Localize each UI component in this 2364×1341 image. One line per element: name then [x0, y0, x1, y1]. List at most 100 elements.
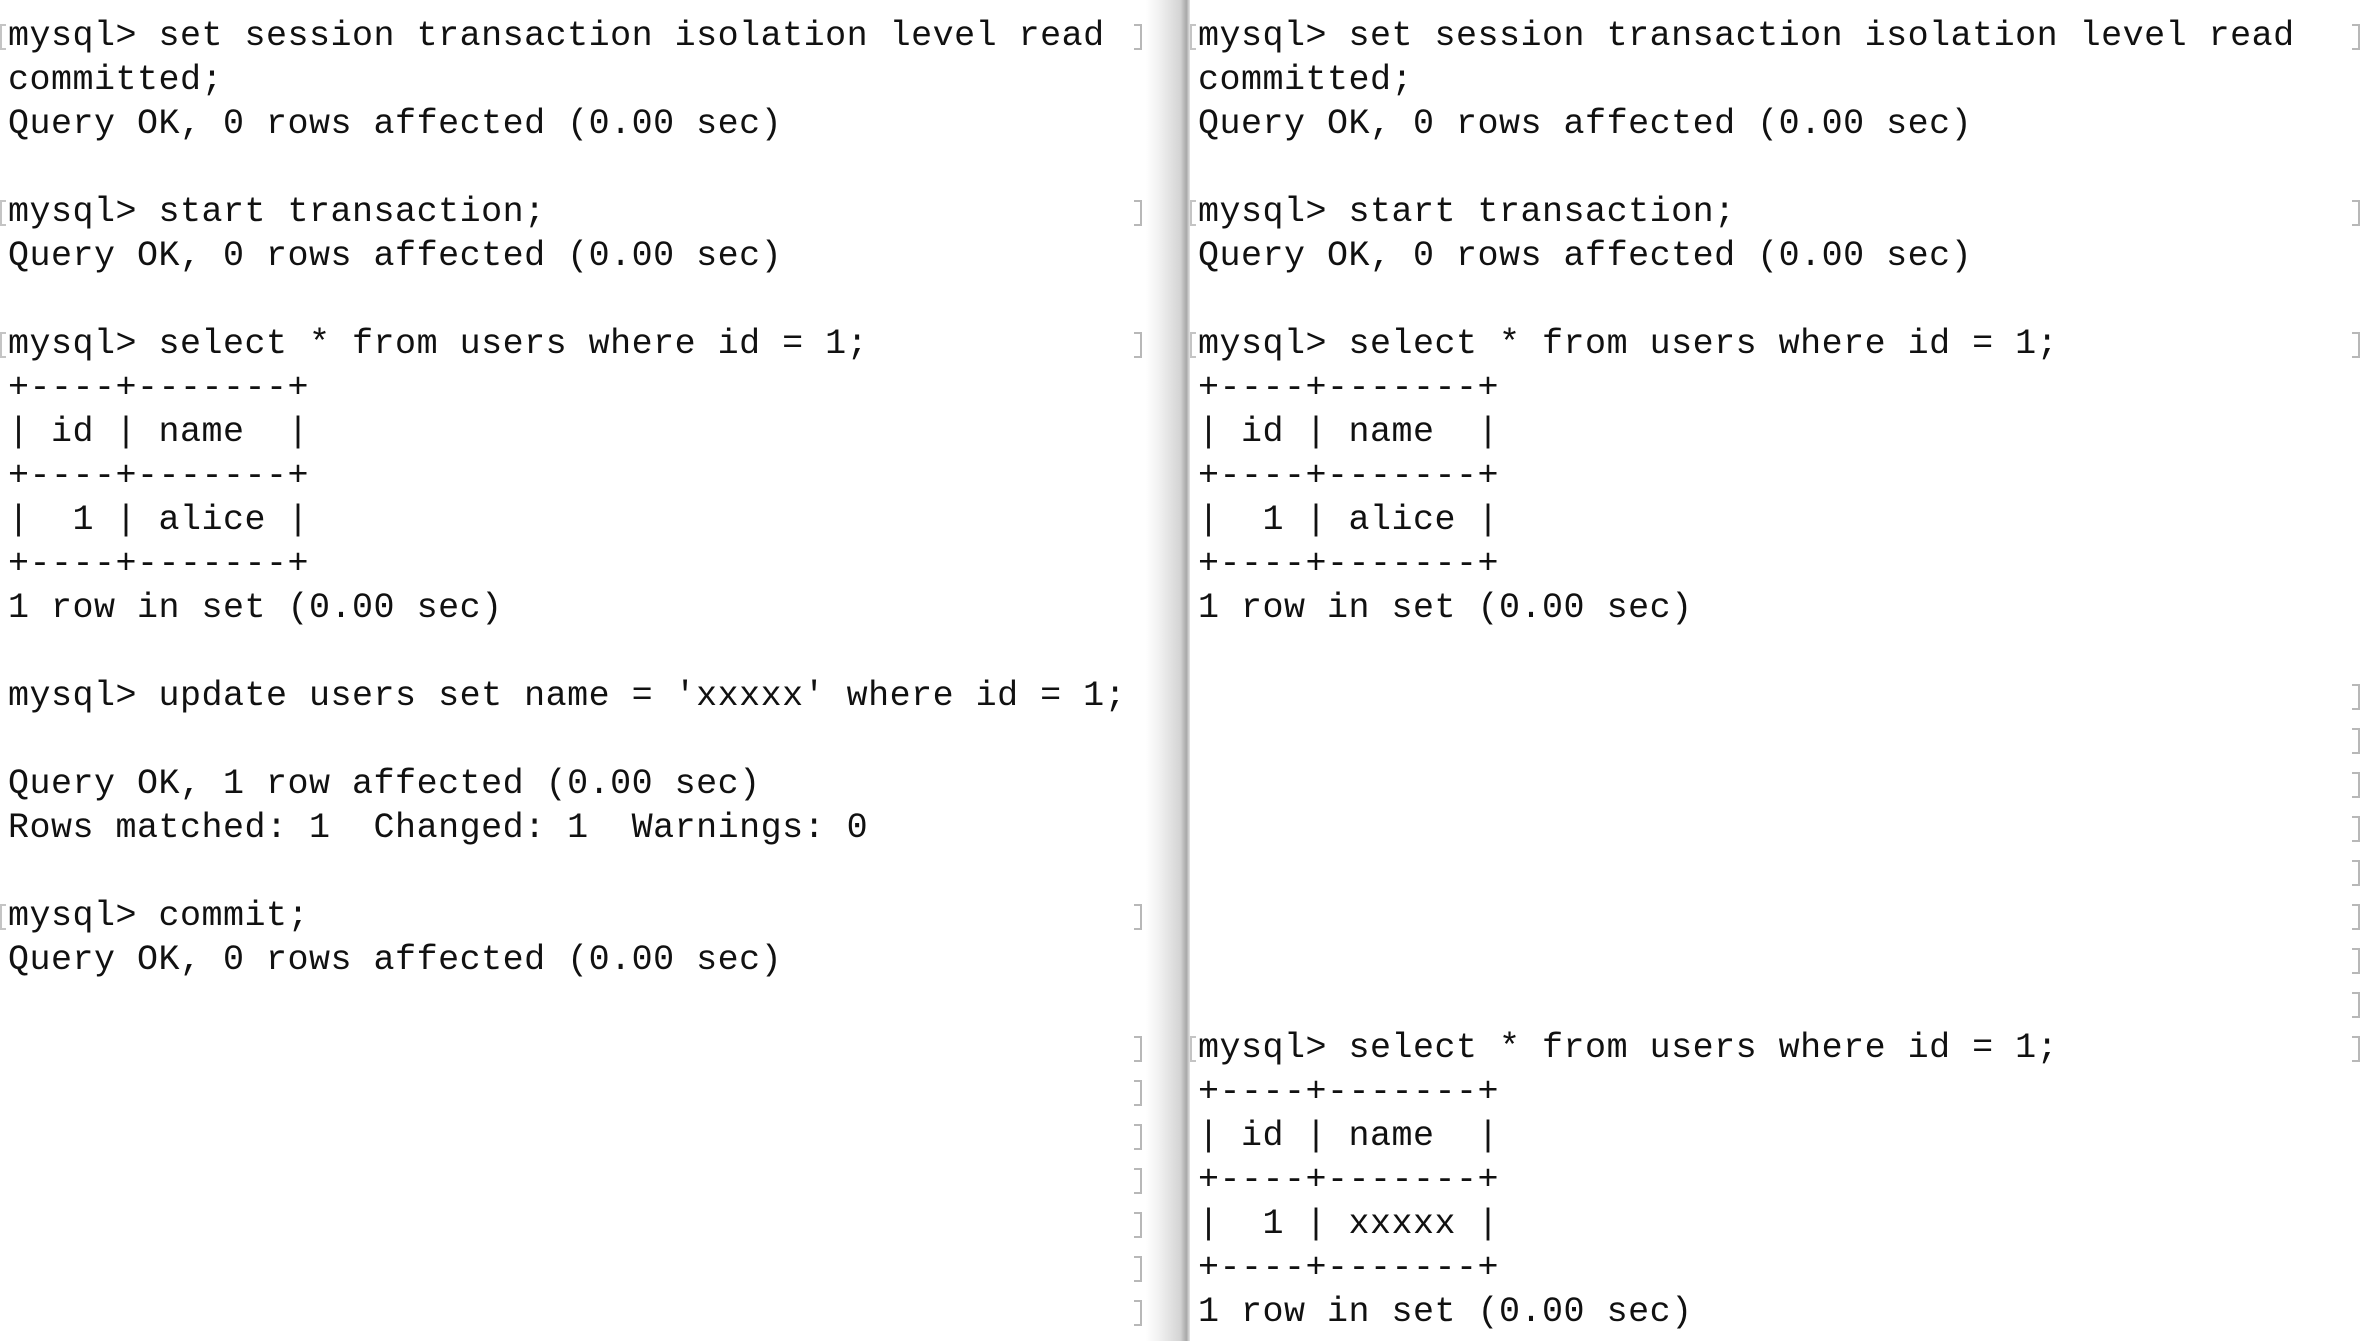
- terminal-line: [8, 1158, 1146, 1202]
- terminal-line-text: +----+-------+: [8, 368, 310, 408]
- command-start-marker-icon: [1190, 24, 1196, 50]
- terminal-line: mysql> start transaction;: [0, 190, 1146, 234]
- terminal-line-text: Query OK, 0 rows affected (0.00 sec): [8, 104, 783, 144]
- line-bracket-marker-icon: [1134, 1168, 1142, 1194]
- terminal-line-text: | 1 | alice |: [1198, 500, 1500, 540]
- terminal-split-view: mysql> set session transaction isolation…: [0, 0, 2364, 1341]
- terminal-line: committed;: [1198, 58, 2364, 102]
- terminal-line: Query OK, 0 rows affected (0.00 sec): [1198, 234, 2364, 278]
- terminal-line: 1 row in set (0.00 sec): [1198, 1290, 2364, 1334]
- terminal-line: +----+-------+: [1198, 1070, 2364, 1114]
- command-start-marker-icon: [0, 904, 6, 930]
- terminal-line-text: Query OK, 0 rows affected (0.00 sec): [1198, 104, 1973, 144]
- left-terminal-output: mysql> set session transaction isolation…: [0, 14, 1146, 1334]
- terminal-line-text: mysql> set session transaction isolation…: [8, 16, 1105, 56]
- terminal-line-text: | 1 | xxxxx |: [1198, 1204, 1500, 1244]
- terminal-line: mysql> select * from users where id = 1;: [1190, 322, 2364, 366]
- command-start-marker-icon: [1190, 200, 1196, 226]
- terminal-line: +----+-------+: [8, 454, 1146, 498]
- terminal-line-text: | id | name |: [8, 412, 310, 452]
- line-bracket-marker-icon: [2352, 860, 2360, 886]
- terminal-line: +----+-------+: [1198, 542, 2364, 586]
- terminal-line-text: Rows matched: 1 Changed: 1 Warnings: 0: [8, 808, 869, 848]
- terminal-line-text: Query OK, 1 row affected (0.00 sec): [8, 764, 761, 804]
- left-terminal-pane[interactable]: mysql> set session transaction isolation…: [0, 0, 1146, 1341]
- terminal-line-text: +----+-------+: [8, 544, 310, 584]
- terminal-line: [1198, 806, 2364, 850]
- line-bracket-marker-icon: [1134, 1300, 1142, 1326]
- terminal-line-text: mysql> commit;: [8, 896, 310, 936]
- terminal-line: [8, 1202, 1146, 1246]
- terminal-line: [1198, 762, 2364, 806]
- line-bracket-marker-icon: [2352, 684, 2360, 710]
- terminal-line-text: committed;: [1198, 60, 1414, 100]
- line-bracket-marker-icon: [1134, 1124, 1142, 1150]
- terminal-line: | 1 | xxxxx |: [1198, 1202, 2364, 1246]
- terminal-line: [8, 1246, 1146, 1290]
- line-bracket-marker-icon: [1134, 24, 1142, 50]
- terminal-line: [1198, 674, 2364, 718]
- terminal-line: +----+-------+: [8, 366, 1146, 410]
- terminal-line-text: | id | name |: [1198, 1116, 1500, 1156]
- terminal-line: [1198, 850, 2364, 894]
- terminal-line: mysql> select * from users where id = 1;: [0, 322, 1146, 366]
- terminal-line: [1198, 938, 2364, 982]
- terminal-line: mysql> commit;: [0, 894, 1146, 938]
- line-bracket-marker-icon: [2352, 728, 2360, 754]
- terminal-line-text: +----+-------+: [1198, 456, 1500, 496]
- terminal-line-text: mysql> select * from users where id = 1;: [1198, 1028, 2059, 1068]
- line-bracket-marker-icon: [1134, 1036, 1142, 1062]
- terminal-line-text: | id | name |: [1198, 412, 1500, 452]
- terminal-line-text: +----+-------+: [1198, 1248, 1500, 1288]
- line-bracket-marker-icon: [2352, 992, 2360, 1018]
- terminal-line: Query OK, 0 rows affected (0.00 sec): [8, 102, 1146, 146]
- terminal-line: +----+-------+: [1198, 1158, 2364, 1202]
- terminal-line-text: Query OK, 0 rows affected (0.00 sec): [8, 236, 783, 276]
- terminal-line: Query OK, 1 row affected (0.00 sec): [8, 762, 1146, 806]
- terminal-line: 1 row in set (0.00 sec): [8, 586, 1146, 630]
- line-bracket-marker-icon: [1134, 904, 1142, 930]
- pane-divider[interactable]: [1146, 0, 1190, 1341]
- line-bracket-marker-icon: [1134, 200, 1142, 226]
- command-start-marker-icon: [1190, 332, 1196, 358]
- terminal-line-text: Query OK, 0 rows affected (0.00 sec): [8, 940, 783, 980]
- terminal-line: | 1 | alice |: [8, 498, 1146, 542]
- terminal-line: 1 row in set (0.00 sec): [1198, 586, 2364, 630]
- terminal-line-text: mysql> start transaction;: [1198, 192, 1736, 232]
- terminal-line: | 1 | alice |: [1198, 498, 2364, 542]
- terminal-line-text: 1 row in set (0.00 sec): [1198, 588, 1693, 628]
- terminal-line-text: mysql> select * from users where id = 1;: [1198, 324, 2059, 364]
- terminal-line: mysql> start transaction;: [1190, 190, 2364, 234]
- terminal-line: +----+-------+: [1198, 1246, 2364, 1290]
- right-terminal-pane[interactable]: mysql> set session transaction isolation…: [1190, 0, 2364, 1341]
- terminal-line-text: Query OK, 0 rows affected (0.00 sec): [1198, 236, 1973, 276]
- terminal-line-text: +----+-------+: [1198, 544, 1500, 584]
- terminal-line-text: mysql> start transaction;: [8, 192, 546, 232]
- terminal-line: [8, 1026, 1146, 1070]
- terminal-line-text: mysql> set session transaction isolation…: [1198, 16, 2295, 56]
- line-bracket-marker-icon: [2352, 332, 2360, 358]
- terminal-line: | id | name |: [8, 410, 1146, 454]
- terminal-line-text: | 1 | alice |: [8, 500, 310, 540]
- line-bracket-marker-icon: [1134, 1256, 1142, 1282]
- terminal-line: Query OK, 0 rows affected (0.00 sec): [8, 234, 1146, 278]
- terminal-line: [1198, 982, 2364, 1026]
- terminal-line: +----+-------+: [1198, 366, 2364, 410]
- terminal-line-text: committed;: [8, 60, 224, 100]
- terminal-line: [8, 1070, 1146, 1114]
- terminal-line: +----+-------+: [1198, 454, 2364, 498]
- terminal-line: | id | name |: [1198, 1114, 2364, 1158]
- command-start-marker-icon: [0, 200, 6, 226]
- terminal-line: Query OK, 0 rows affected (0.00 sec): [8, 938, 1146, 982]
- line-bracket-marker-icon: [2352, 948, 2360, 974]
- terminal-line: Query OK, 0 rows affected (0.00 sec): [1198, 102, 2364, 146]
- command-start-marker-icon: [1190, 1036, 1196, 1062]
- line-bracket-marker-icon: [2352, 904, 2360, 930]
- line-bracket-marker-icon: [2352, 816, 2360, 842]
